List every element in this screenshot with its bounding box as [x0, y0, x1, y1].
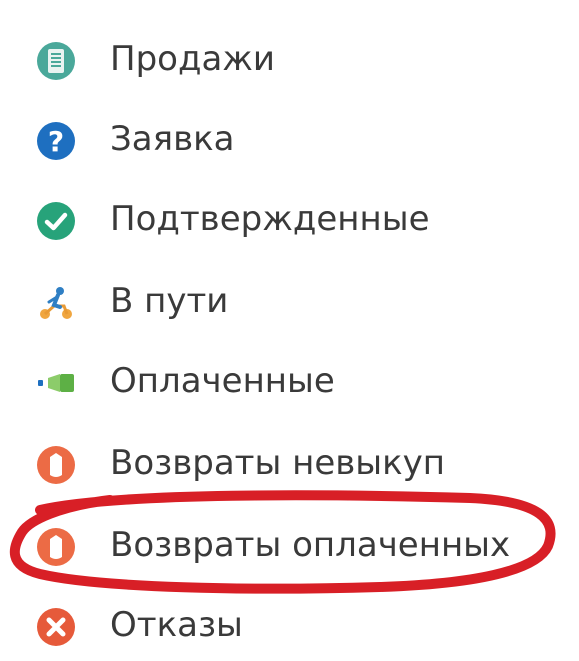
- menu-item-paid[interactable]: Оплаченные: [0, 342, 579, 424]
- menu-item-rejections[interactable]: Отказы: [0, 586, 579, 661]
- menu-item-in-transit[interactable]: В пути: [0, 262, 579, 344]
- menu-item-sales[interactable]: Продажи: [0, 20, 579, 102]
- menu-item-label: В пути: [110, 281, 229, 321]
- cancel-icon: [36, 607, 76, 647]
- sales-document-icon: [36, 41, 76, 81]
- menu-item-returns-paid[interactable]: Возвраты оплаченных: [0, 506, 579, 588]
- return-unredeemed-icon: [36, 445, 76, 485]
- menu-item-confirmed[interactable]: Подтвержденные: [0, 180, 579, 262]
- paid-flag-icon: [36, 363, 76, 403]
- menu-item-label: Подтвержденные: [110, 199, 430, 239]
- menu-item-label: Оплаченные: [110, 361, 335, 401]
- status-menu: Продажи ? Заявка Подтвержденные В пути О…: [0, 0, 579, 661]
- check-icon: [36, 201, 76, 241]
- menu-item-request[interactable]: ? Заявка: [0, 100, 579, 182]
- menu-item-label: Заявка: [110, 119, 235, 159]
- return-paid-icon: [36, 527, 76, 567]
- courier-icon: [36, 283, 76, 323]
- menu-item-label: Возвраты оплаченных: [110, 525, 511, 565]
- menu-item-label: Отказы: [110, 605, 243, 645]
- menu-item-label: Продажи: [110, 39, 276, 79]
- menu-item-label: Возвраты невыкуп: [110, 443, 446, 483]
- menu-item-returns-unredeemed[interactable]: Возвраты невыкуп: [0, 424, 579, 506]
- svg-text:?: ?: [48, 125, 64, 158]
- question-icon: ?: [36, 121, 76, 161]
